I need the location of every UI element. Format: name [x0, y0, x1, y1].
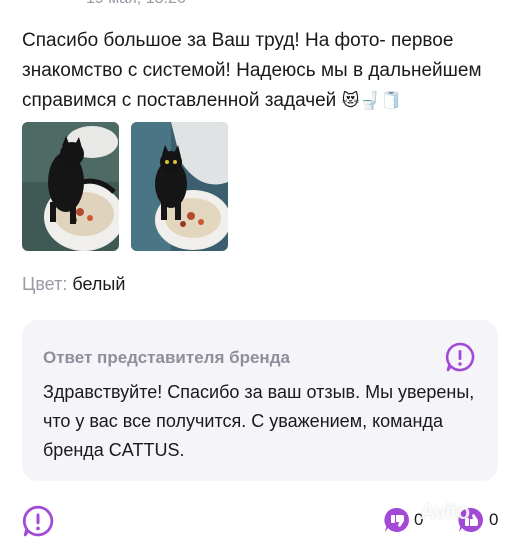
review-photo-2[interactable] [131, 122, 228, 251]
brand-reply-card: Ответ представителя бренда Здравствуйте!… [22, 320, 498, 481]
watermark-logo: Avito [420, 499, 470, 524]
like-count: 0 [489, 510, 499, 529]
color-value: белый [72, 274, 126, 294]
review-emojis: 😻🚽🧻 [341, 91, 402, 111]
brand-reply-title: Ответ представителя бренда [43, 348, 290, 367]
review-text: Спасибо большое за Ваш труд! На фото- пе… [22, 26, 502, 116]
color-label: Цвет: [22, 274, 68, 294]
help-icon[interactable] [445, 342, 475, 372]
color-row: Цвет: белый [22, 274, 125, 295]
review-date: 19 мая, 13:26 [86, 0, 186, 8]
brand-reply-text: Здравствуйте! Спасибо за ваш отзыв. Мы у… [43, 382, 475, 460]
review-body: Спасибо большое за Ваш труд! На фото- пе… [22, 30, 482, 111]
report-help-icon[interactable] [22, 505, 54, 537]
thumb-down-icon[interactable] [382, 505, 412, 535]
review-photo-1[interactable] [22, 122, 119, 251]
review-photos [22, 122, 228, 251]
